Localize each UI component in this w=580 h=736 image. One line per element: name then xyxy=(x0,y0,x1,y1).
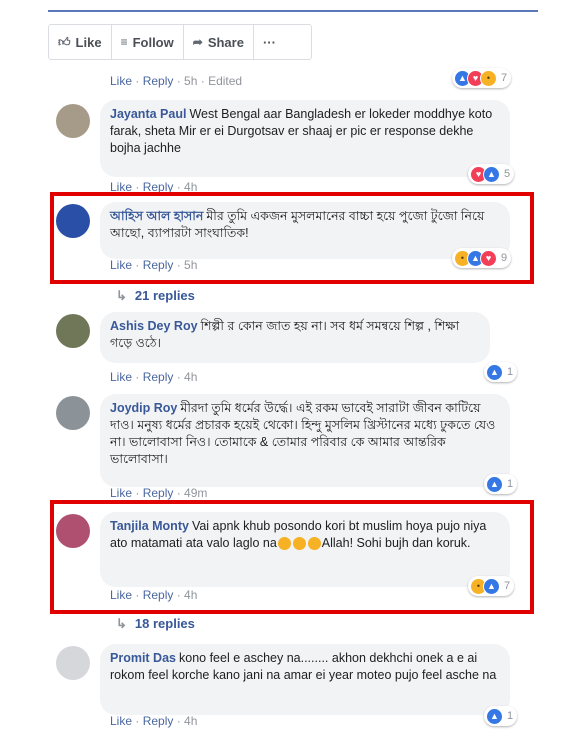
follow-button[interactable]: ≡ Follow xyxy=(112,25,184,59)
comment-time[interactable]: 4h xyxy=(184,588,197,602)
share-button[interactable]: ➦ Share xyxy=(184,25,254,59)
comment-time[interactable]: 5h xyxy=(184,74,197,88)
reaction-haha-icon: • xyxy=(480,69,497,87)
reaction-like-icon: ▲ xyxy=(486,475,503,493)
comment-bubble: Tanjila Monty Vai apnk khub posondo kori … xyxy=(100,512,510,587)
reaction-like-icon: ▲ xyxy=(483,165,500,183)
reaction-summary[interactable]: ♥ ▲ 5 xyxy=(468,164,515,184)
avatar[interactable] xyxy=(56,104,90,138)
reaction-summary[interactable]: • ▲ 7 xyxy=(468,576,515,596)
reaction-summary[interactable]: ▲ 1 xyxy=(484,362,518,382)
comment-edited-label: Edited xyxy=(208,74,243,88)
reaction-summary[interactable]: ▲ ♥ • 7 xyxy=(452,68,512,88)
comment-reply-link[interactable]: Reply xyxy=(143,588,174,602)
comment-bubble: Ashis Dey Roy শিল্পী র কোন জাত হয় না। সব… xyxy=(100,312,490,363)
comment-time[interactable]: 4h xyxy=(184,714,197,728)
comment-reply-link[interactable]: Reply xyxy=(143,486,174,500)
comment-like-link[interactable]: Like xyxy=(110,714,132,728)
view-replies-link[interactable]: ↳ 18 replies xyxy=(116,616,195,632)
view-replies-link[interactable]: ↳ 21 replies xyxy=(116,288,195,304)
avatar[interactable] xyxy=(56,646,90,680)
comment-time[interactable]: 4h xyxy=(184,370,197,384)
sad-emoji-icon xyxy=(307,537,321,551)
comment-reply-link[interactable]: Reply xyxy=(143,370,174,384)
comment-meta: Like · Reply · 4h xyxy=(110,370,198,384)
reaction-summary[interactable]: ▲ 1 xyxy=(484,474,518,494)
comment-text: Allah! Sohi bujh dan koruk. xyxy=(321,536,471,550)
reply-arrow-icon: ↳ xyxy=(116,288,127,303)
more-button[interactable]: ··· xyxy=(254,25,285,59)
comment-meta: Like · Reply · 4h xyxy=(110,588,198,602)
comment-like-link[interactable]: Like xyxy=(110,74,132,88)
reaction-summary[interactable]: ▲ 1 xyxy=(484,706,518,726)
comment-author[interactable]: Ashis Dey Roy xyxy=(110,319,198,333)
comments-area: Like · Reply · 5h · Edited ▲ ♥ • 7 Jayanta … xyxy=(48,60,538,736)
like-icon: 👍︎ xyxy=(58,34,71,49)
more-icon: ··· xyxy=(262,34,276,50)
rss-follow-icon: ≡ xyxy=(120,35,128,49)
comment-bubble: Promit Das kono feel e aschey na........ … xyxy=(100,644,510,715)
comment-meta: Like · Reply · 49m xyxy=(110,486,208,500)
reaction-like-icon: ▲ xyxy=(486,363,503,381)
sad-emoji-icon xyxy=(277,537,291,551)
comment-time[interactable]: 5h xyxy=(184,258,197,272)
share-arrow-icon: ➦ xyxy=(192,35,203,49)
comment-reply-link[interactable]: Reply xyxy=(143,74,174,88)
top-border-line xyxy=(48,10,538,12)
comment-bubble: Jayanta Paul West Bengal aar Bangladesh e… xyxy=(100,100,510,177)
comment-reply-link[interactable]: Reply xyxy=(143,714,174,728)
reaction-count: 1 xyxy=(507,366,514,378)
comment-author[interactable]: Tanjila Monty xyxy=(110,519,189,533)
comment-time[interactable]: 49m xyxy=(184,486,207,500)
reaction-count: 7 xyxy=(504,580,511,592)
post-action-bar: 👍︎ Like ≡ Follow ➦ Share ··· xyxy=(48,24,312,60)
comment-meta: Like · Reply · 5h · Edited xyxy=(110,74,243,88)
reaction-like-icon: ▲ xyxy=(486,707,503,725)
comment-like-link[interactable]: Like xyxy=(110,258,132,272)
reply-arrow-icon: ↳ xyxy=(116,616,127,631)
comment-author[interactable]: Jayanta Paul xyxy=(110,107,186,121)
reaction-count: 7 xyxy=(501,72,508,84)
comment-author[interactable]: Promit Das xyxy=(110,651,176,665)
avatar[interactable] xyxy=(56,396,90,430)
avatar[interactable] xyxy=(56,314,90,348)
like-button[interactable]: 👍︎ Like xyxy=(49,25,112,59)
comment-reply-link[interactable]: Reply xyxy=(143,258,174,272)
comment-author[interactable]: Joydip Roy xyxy=(110,401,177,415)
comment-bubble: Joydip Roy মীরদা তুমি ধর্মের উর্দ্ধে। এই … xyxy=(100,394,510,487)
sad-emoji-icon xyxy=(292,537,306,551)
avatar[interactable] xyxy=(56,204,90,238)
comment-like-link[interactable]: Like xyxy=(110,370,132,384)
reaction-count: 1 xyxy=(507,710,514,722)
avatar[interactable] xyxy=(56,514,90,548)
comment-like-link[interactable]: Like xyxy=(110,588,132,602)
comment-author[interactable]: আহিস আল হাসান xyxy=(110,209,203,223)
reaction-count: 1 xyxy=(507,478,514,490)
reaction-count: 5 xyxy=(504,168,511,180)
reaction-love-icon: ♥ xyxy=(480,249,497,267)
comment-meta: Like · Reply · 4h xyxy=(110,714,198,728)
reaction-count: 9 xyxy=(501,252,508,264)
reaction-summary[interactable]: • ▲ ♥ 9 xyxy=(452,248,512,268)
comment-bubble: আহিস আল হাসান মীর তুমি একজন মুসলমানের বাচ… xyxy=(100,202,510,259)
comment-meta: Like · Reply · 5h xyxy=(110,258,198,272)
reaction-like-icon: ▲ xyxy=(483,577,500,595)
comment-like-link[interactable]: Like xyxy=(110,486,132,500)
